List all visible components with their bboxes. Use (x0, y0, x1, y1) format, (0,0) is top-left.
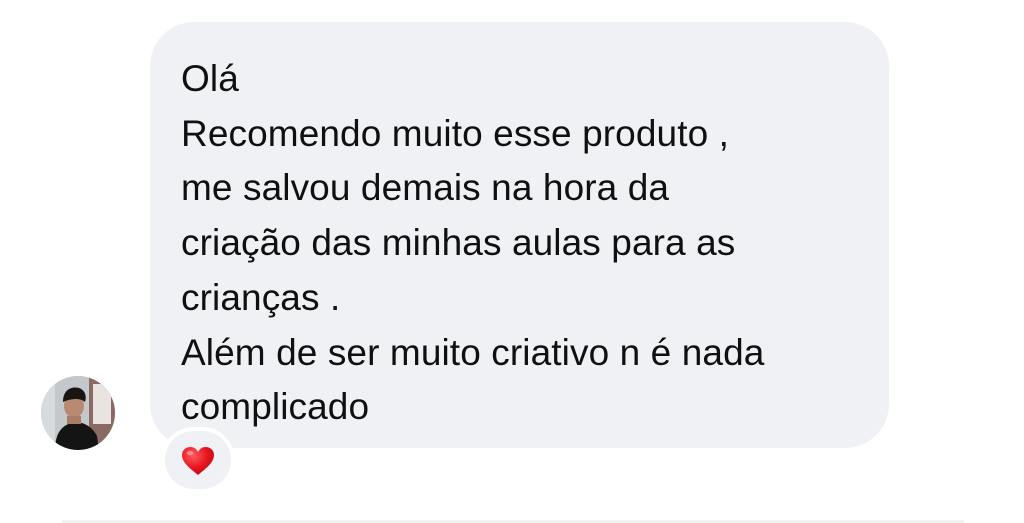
chat-thread: Olá Recomendo muito esse produto , me sa… (0, 0, 1024, 523)
message-line: criação das minhas aulas para as (181, 222, 736, 264)
message-line: Além de ser muito criativo n é nada (181, 331, 765, 373)
red-heart-icon (182, 447, 214, 475)
message-line: Olá (181, 58, 239, 99)
avatar[interactable] (41, 376, 115, 450)
message-line: me salvou demais na hora da (181, 167, 670, 209)
message-bubble[interactable]: Olá Recomendo muito esse produto , me sa… (150, 22, 889, 448)
reaction-badge[interactable] (161, 427, 235, 493)
avatar-photo (41, 376, 115, 450)
message-line: Recomendo muito esse produto , (181, 112, 730, 154)
message-line: crianças . (181, 276, 341, 318)
message-line: complicado (181, 386, 370, 428)
